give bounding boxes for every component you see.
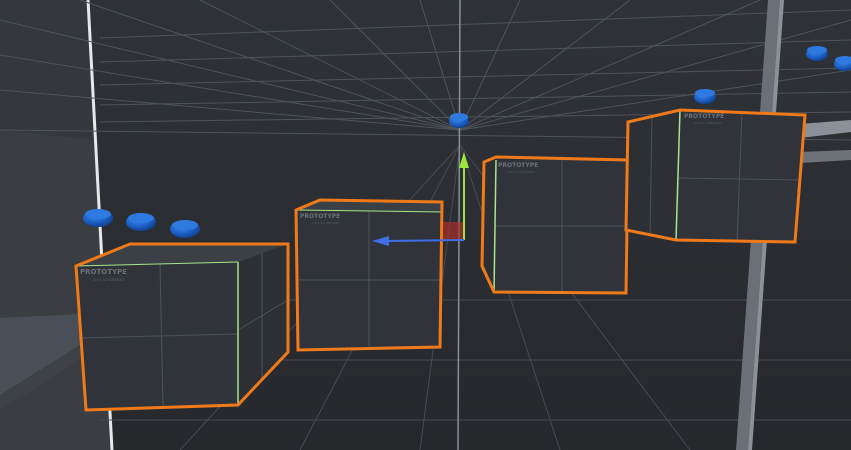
cube-3[interactable]: PROTOTYPE 1.5 x 1.5 DEFAULT (480, 155, 630, 295)
cube-2-prototype-label: PROTOTYPE (300, 213, 340, 220)
cube-1-prototype-sublabel: 1.5 x 1.5 DEFAULT (93, 278, 126, 282)
cube-1[interactable]: PROTOTYPE 1.5 x 1.5 DEFAULT (74, 242, 290, 412)
cube-3-prototype-label: PROTOTYPE (498, 162, 538, 169)
cube-4-front-face (676, 110, 805, 242)
scene-view-canvas[interactable]: PROTOTYPE 1.5 x 1.5 DEFAULT PROTOTYPE 1.… (0, 0, 851, 450)
sphere-3[interactable] (170, 220, 200, 238)
cube-3-prototype-sublabel: 1.5 x 1.5 DEFAULT (508, 170, 535, 174)
cube-4-prototype-sublabel: 1.5 x 1.5 DEFAULT (694, 121, 721, 125)
cube-4[interactable]: PROTOTYPE 1.5 x 1.5 DEFAULT (624, 108, 807, 244)
sphere-6[interactable] (806, 46, 828, 61)
cube-4-prototype-label: PROTOTYPE (684, 113, 724, 120)
scene-viewport[interactable]: PROTOTYPE 1.5 x 1.5 DEFAULT PROTOTYPE 1.… (0, 0, 851, 450)
cube-2-prototype-sublabel: 1.5 x 1.5 DEFAULT (312, 221, 339, 225)
sphere-4[interactable] (449, 113, 469, 128)
left-wall-upper (0, 0, 95, 140)
sphere-1[interactable] (83, 209, 113, 227)
gizmo-x-axis[interactable] (387, 239, 465, 242)
cube-4-side-face (626, 110, 680, 240)
sphere-5[interactable] (694, 89, 716, 104)
cube-1-prototype-label: PROTOTYPE (80, 268, 127, 276)
sphere-2[interactable] (126, 213, 156, 231)
gizmo-plane-handle[interactable] (443, 222, 463, 240)
cube-2[interactable]: PROTOTYPE 1.5 x 1.5 DEFAULT (294, 198, 444, 352)
